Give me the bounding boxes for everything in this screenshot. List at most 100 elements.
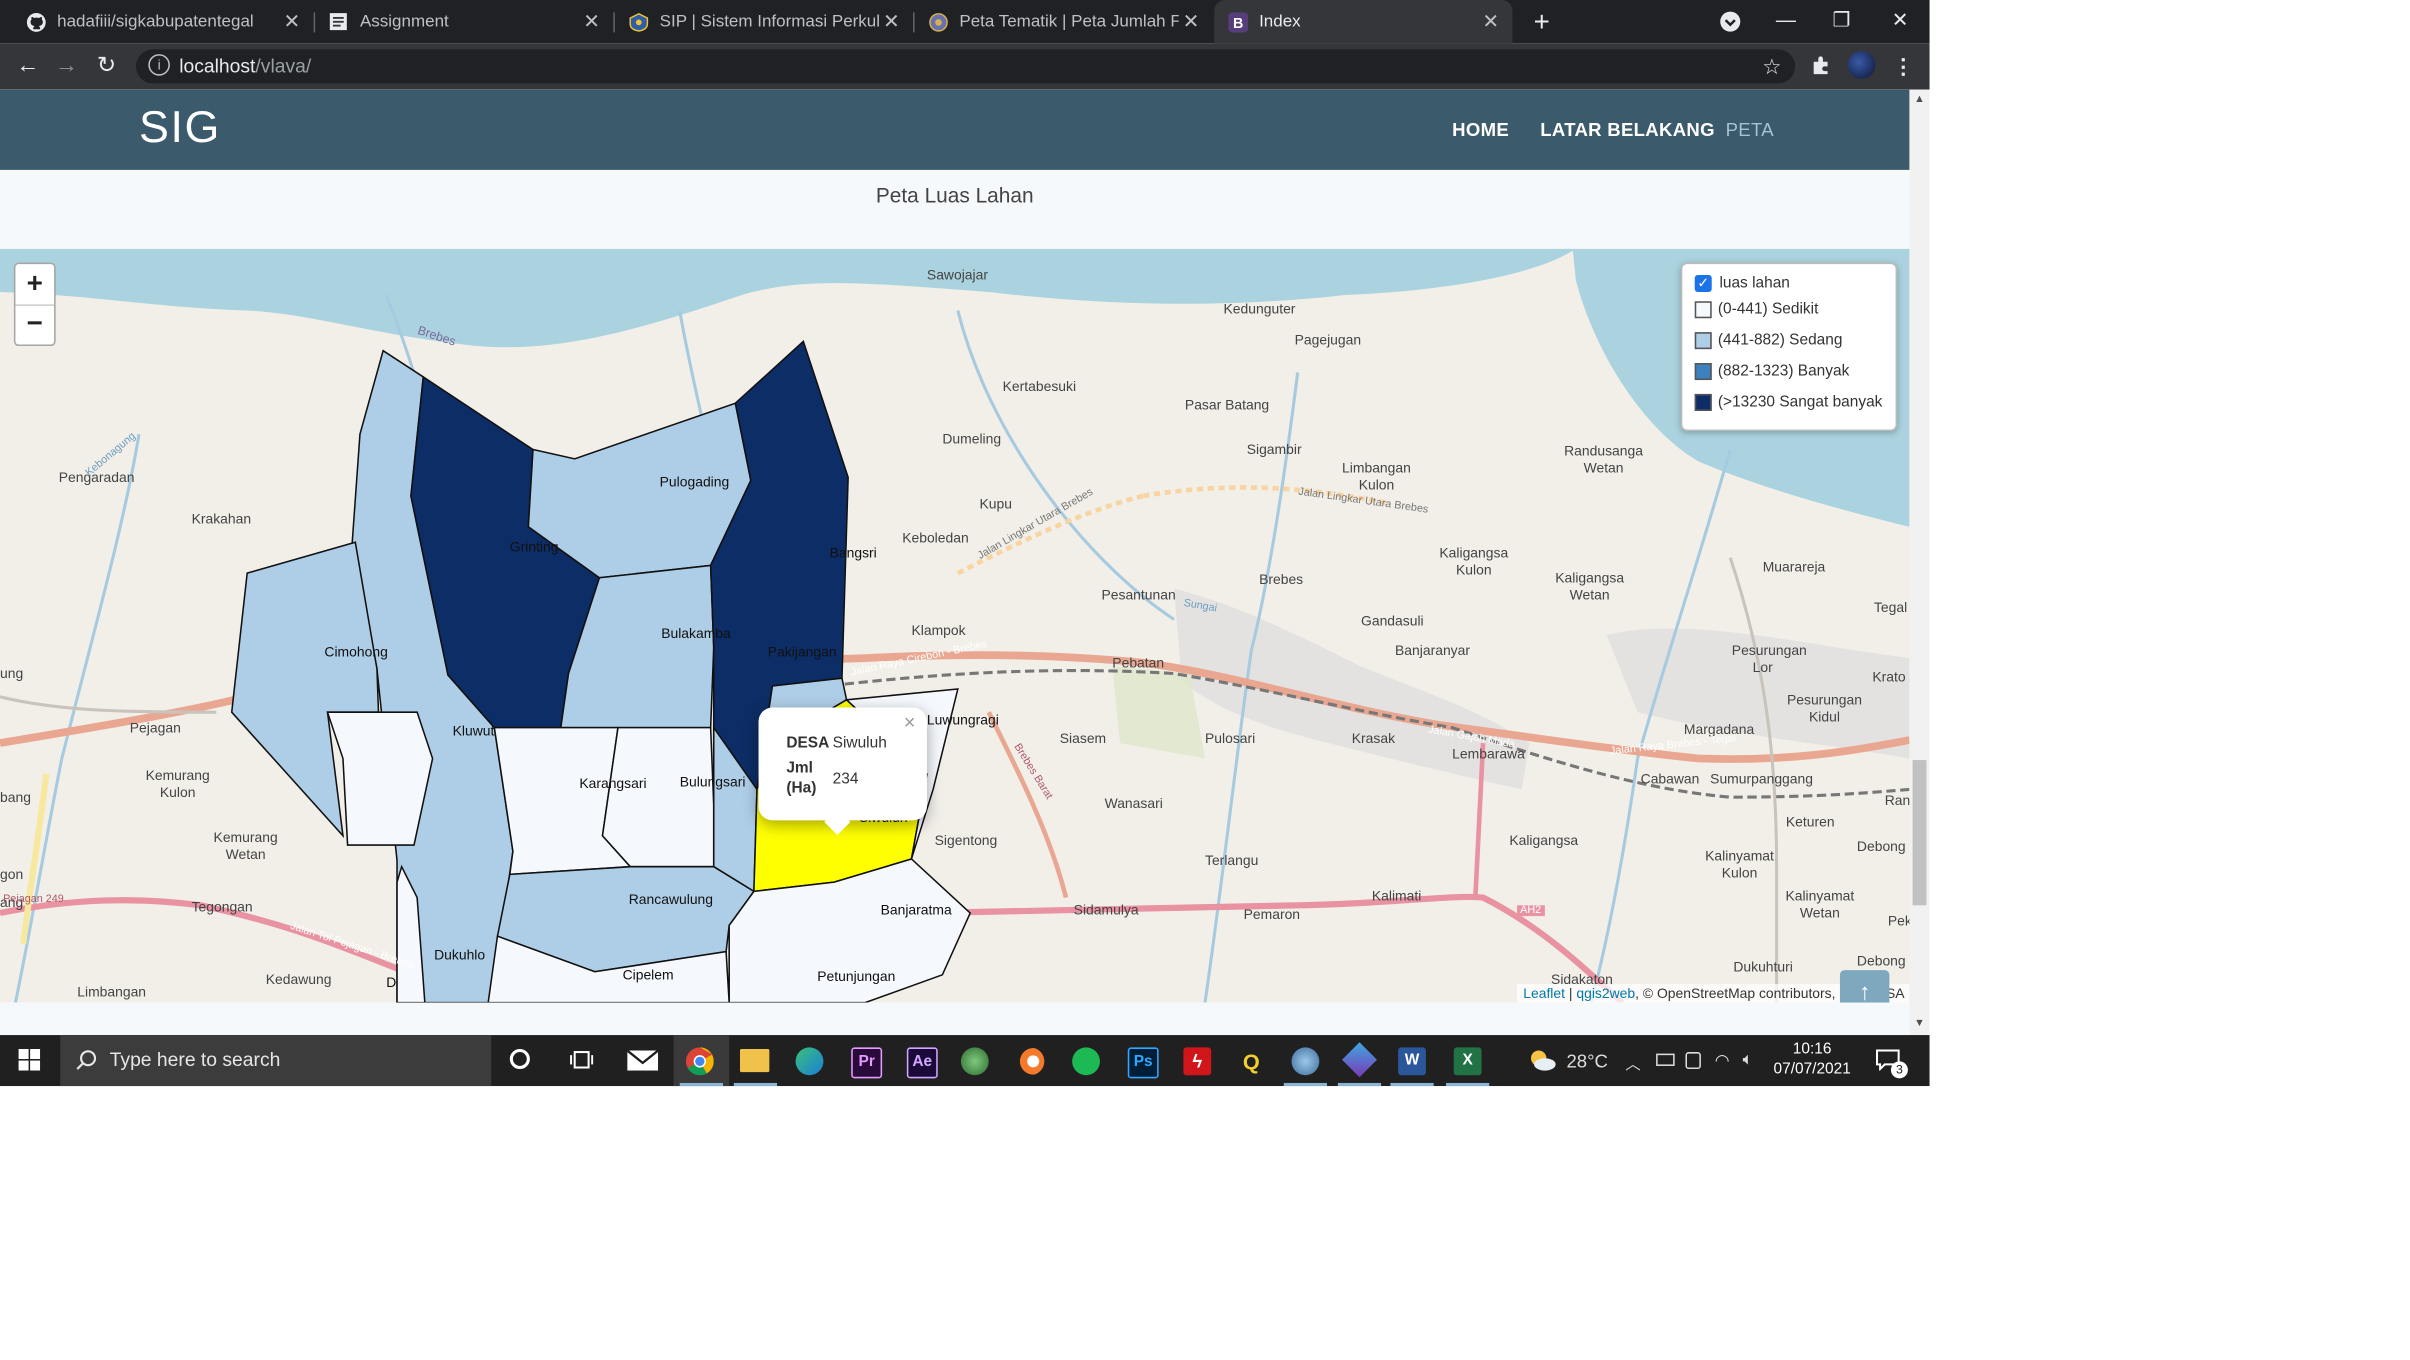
scroll-to-top-button[interactable]: ↑ (1839, 970, 1890, 1003)
zoom-in-button[interactable]: + (15, 264, 55, 306)
volume-icon[interactable]: 🔈︎ (1743, 1051, 1753, 1071)
running-indicator (1283, 1082, 1328, 1087)
scrollbar-thumb[interactable] (1912, 760, 1927, 906)
zoom-out-button[interactable]: − (15, 304, 54, 344)
leaflet-link[interactable]: Leaflet (1523, 986, 1565, 1001)
tab-close-icon[interactable]: ✕ (879, 9, 904, 34)
device-icon[interactable] (1685, 1052, 1701, 1070)
legend-label: (>13230 Sangat banyak (1717, 393, 1883, 411)
wifi-icon[interactable]: ◠ (1715, 1051, 1730, 1071)
weather-icon[interactable] (1526, 1047, 1557, 1079)
spotify-icon[interactable] (1072, 1047, 1100, 1076)
page-title-section: Peta Luas Lahan (0, 169, 1910, 249)
feature-popup: × DESA Siwuluh Jml (Ha) 234 (758, 707, 927, 835)
satellite-app-icon[interactable] (1291, 1047, 1320, 1076)
chevron-up-icon[interactable]: ︿ (1625, 1051, 1640, 1074)
nav-latar-belakang-link[interactable]: LATAR BELAKANG (1540, 119, 1715, 141)
clock-date: 07/07/2021 (1773, 1061, 1851, 1079)
new-tab-button[interactable]: + (1526, 6, 1557, 37)
layer-toggle[interactable]: ✓ luas lahan (1694, 274, 1790, 292)
legend-swatch (1694, 393, 1712, 411)
bookmark-star-icon[interactable]: ☆ (1757, 51, 1788, 82)
popup-close-button[interactable]: × (904, 711, 916, 734)
clock-time: 10:16 (1792, 1041, 1832, 1059)
tab-title: SIP | Sistem Informasi Perkuliahan (659, 12, 879, 31)
extensions-icon[interactable] (1811, 54, 1833, 83)
blender-icon[interactable] (1016, 1047, 1045, 1076)
after-effects-icon[interactable]: Ae (906, 1047, 938, 1079)
running-indicator (1337, 1082, 1382, 1087)
tab-index[interactable]: B Index ✕ (1214, 0, 1513, 44)
url-text[interactable]: localhost/vlava/ (179, 56, 311, 78)
taskbar-search-box[interactable]: Type here to search (60, 1035, 492, 1087)
nav-home-link[interactable]: HOME (1452, 119, 1509, 141)
excel-icon[interactable]: X (1453, 1047, 1482, 1076)
page-title: Peta Luas Lahan (875, 183, 1034, 208)
reload-button[interactable]: ↻ (91, 51, 122, 82)
search-placeholder: Type here to search (109, 1048, 281, 1071)
tab-search-button[interactable] (1702, 0, 1758, 43)
task-view-icon[interactable] (570, 1049, 594, 1078)
taskbar-clock[interactable]: 10:16 07/07/2021 (1774, 1040, 1851, 1080)
site-navbar: SIG HOME LATAR BELAKANG PETA (0, 89, 1910, 170)
site-info-icon[interactable]: i (148, 54, 170, 76)
close-window-button[interactable]: ✕ (1872, 0, 1928, 43)
maximize-button[interactable]: ❐ (1814, 0, 1870, 43)
edge-icon[interactable] (795, 1047, 824, 1076)
chrome-icon[interactable] (685, 1047, 714, 1083)
legend-label: (882-1323) Banyak (1717, 363, 1850, 381)
forward-button[interactable]: → (51, 51, 82, 82)
notification-count-badge: 3 (1890, 1061, 1908, 1079)
tab-title: Index (1259, 12, 1301, 31)
legend-swatch (1694, 301, 1712, 319)
tab-title: hadafiii/sigkabupatentegal (57, 12, 254, 31)
url-path: /vlava/ (255, 55, 312, 78)
legend-swatch (1694, 363, 1712, 381)
map-canvas[interactable] (0, 248, 1910, 1003)
bootstrap-icon: B (1227, 11, 1249, 33)
minimize-button[interactable]: — (1758, 0, 1814, 43)
page-footer-area (0, 1002, 1910, 1036)
tab-peta-tematik[interactable]: Peta Tematik | Peta Jumlah Fasilitas ✕ (915, 0, 1213, 43)
url-host: localhost (179, 55, 256, 78)
qgis-globe-icon[interactable] (960, 1047, 989, 1076)
zoom-control: + − (13, 262, 56, 347)
battery-icon[interactable] (1656, 1053, 1675, 1066)
tab-close-icon[interactable]: ✕ (579, 9, 604, 34)
scroll-up-arrow[interactable]: ▲ (1909, 94, 1929, 105)
git-app-icon[interactable] (1342, 1042, 1377, 1078)
village-polygon-bulusari[interactable] (601, 726, 715, 868)
github-icon (25, 11, 47, 33)
windows-start-icon[interactable] (18, 1048, 41, 1078)
scroll-down-arrow[interactable]: ▼ (1909, 1018, 1929, 1029)
photoshop-icon[interactable]: Ps (1127, 1047, 1159, 1079)
tab-close-icon[interactable]: ✕ (1478, 9, 1503, 34)
qgis2web-link[interactable]: qgis2web (1576, 986, 1635, 1001)
running-indicator (1446, 1082, 1490, 1087)
tab-close-icon[interactable]: ✕ (1179, 9, 1204, 34)
windows-taskbar: Type here to search Pr Ae Ps ϟ Q W X 28°… (0, 1035, 1930, 1087)
browser-menu-icon[interactable]: ⋮ (1888, 51, 1919, 82)
nav-peta-link[interactable]: PETA (1726, 119, 1774, 141)
university-icon (927, 11, 949, 33)
word-icon[interactable]: W (1398, 1047, 1426, 1076)
leaflet-map[interactable]: Sawojajar Kedunguter Pagejugan Kertabesu… (0, 248, 1910, 1003)
layer-checkbox[interactable]: ✓ (1694, 274, 1712, 292)
qgis-icon[interactable]: Q (1237, 1047, 1265, 1075)
mail-icon[interactable] (626, 1049, 659, 1079)
flash-icon[interactable]: ϟ (1183, 1047, 1212, 1076)
back-button[interactable]: ← (12, 51, 43, 82)
legend-item: (882-1323) Banyak (1694, 363, 1850, 381)
address-bar[interactable] (135, 49, 1796, 84)
site-brand[interactable]: SIG (139, 104, 221, 155)
popup-jml-value: 234 (832, 770, 859, 788)
tab-close-icon[interactable]: ✕ (280, 9, 305, 34)
tab-sip[interactable]: SIP | Sistem Informasi Perkuliahan ✕ (615, 0, 913, 43)
tab-github[interactable]: hadafiii/sigkabupatentegal ✕ (12, 0, 313, 43)
file-explorer-icon[interactable] (739, 1048, 770, 1073)
weather-temperature[interactable]: 28°C (1567, 1051, 1608, 1073)
tab-assignment[interactable]: Assignment ✕ (315, 0, 613, 43)
profile-avatar[interactable] (1847, 50, 1876, 79)
premiere-pro-icon[interactable]: Pr (851, 1047, 883, 1079)
cortana-icon[interactable] (509, 1048, 530, 1070)
